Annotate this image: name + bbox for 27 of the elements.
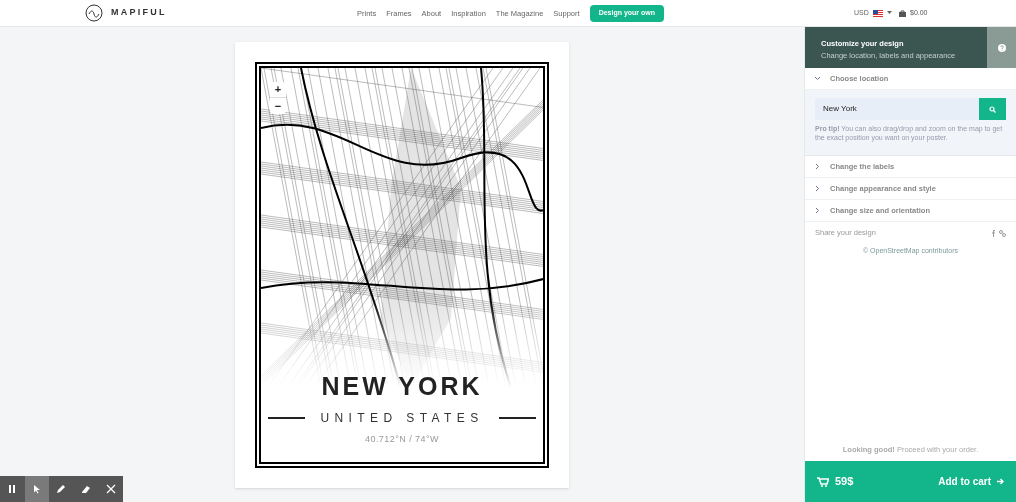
chevron-icon	[815, 164, 820, 169]
location-search-field[interactable]: New York	[815, 98, 979, 120]
facebook-icon[interactable]	[992, 229, 996, 237]
logo-icon[interactable]	[85, 4, 103, 22]
arrow-icon	[997, 478, 1004, 485]
poster-title: NEW YORK	[321, 374, 483, 399]
pointer-icon	[31, 484, 42, 494]
cart-icon	[817, 476, 829, 487]
zoom-in-button[interactable]: +	[270, 82, 286, 98]
chevron-icon	[815, 186, 820, 191]
close-icon	[105, 484, 116, 494]
help-icon	[997, 43, 1006, 52]
flag-icon	[872, 9, 883, 17]
poster-subtitle: UNITED STATES	[319, 410, 485, 427]
search-icon	[989, 105, 996, 113]
chevron-icon	[815, 208, 820, 213]
pause-icon	[7, 484, 18, 494]
zoom-out-button[interactable]: −	[270, 98, 286, 114]
help-button[interactable]	[987, 27, 1016, 68]
tool-button[interactable]	[24, 476, 50, 502]
bag-icon	[899, 9, 906, 17]
chevron-icon	[815, 76, 820, 81]
pen-icon	[56, 484, 67, 494]
eraser-icon	[81, 484, 92, 494]
poster-coordinates: 40.712°N / 74°W	[365, 433, 439, 446]
logo-text[interactable]: MAPIFUL	[111, 6, 167, 20]
caret-icon	[886, 11, 892, 16]
